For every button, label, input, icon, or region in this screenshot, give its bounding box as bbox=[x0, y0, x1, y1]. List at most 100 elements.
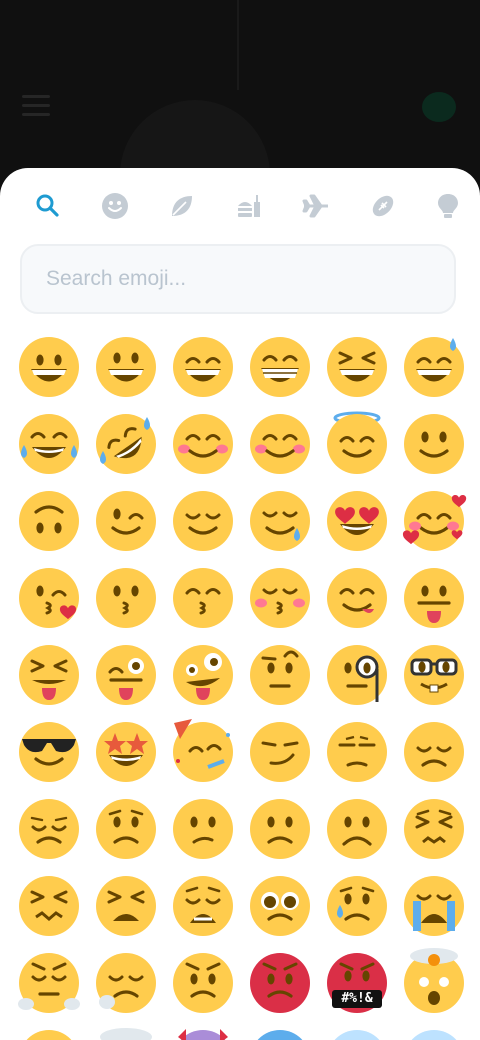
emoji-slightly-smiling-face[interactable] bbox=[403, 413, 465, 475]
zany-face-icon bbox=[173, 645, 233, 705]
emoji-grinning-face-with-smiling-eyes[interactable] bbox=[172, 336, 234, 398]
emoji-face-with-symbols-on-mouth[interactable]: #%!& bbox=[326, 952, 388, 1014]
emoji-smiling-face-with-open-mouth-partial[interactable] bbox=[18, 1029, 80, 1040]
face-in-clouds-icon bbox=[100, 1028, 152, 1040]
loudly-crying-face-icon bbox=[404, 876, 464, 936]
emoji-confounded-face[interactable] bbox=[18, 875, 80, 937]
face-with-tears-of-joy-icon bbox=[19, 414, 79, 474]
emoji-kissing-face-with-smiling-eyes[interactable] bbox=[172, 567, 234, 629]
emoji-relieved-face[interactable] bbox=[172, 490, 234, 552]
disappointed-face-icon bbox=[404, 722, 464, 782]
emoji-partying-face[interactable] bbox=[172, 719, 234, 783]
unamused-face-icon bbox=[327, 722, 387, 782]
tab-food[interactable] bbox=[229, 186, 269, 226]
emoji-face-savoring-food[interactable] bbox=[326, 567, 388, 629]
crying-face-icon bbox=[327, 876, 387, 936]
emoji-unamused-face[interactable] bbox=[326, 721, 388, 783]
emoji-search-input[interactable] bbox=[22, 246, 454, 312]
emoji-tired-face[interactable] bbox=[95, 875, 157, 937]
upside-down-face-icon bbox=[19, 491, 79, 551]
emoji-sleepy-face[interactable] bbox=[95, 952, 157, 1014]
emoji-face-in-clouds[interactable] bbox=[95, 1028, 157, 1040]
emoji-smiling-face-blushing[interactable] bbox=[249, 413, 311, 475]
food-icon bbox=[238, 195, 260, 217]
emoji-smiling-face-with-heart-eyes[interactable] bbox=[326, 490, 388, 552]
face-savoring-food-icon bbox=[327, 568, 387, 628]
face-with-tongue-icon bbox=[404, 568, 464, 628]
confused-face-icon bbox=[173, 799, 233, 859]
emoji-slightly-frowning-face[interactable] bbox=[249, 798, 311, 860]
compose-icon[interactable] bbox=[422, 92, 456, 122]
anxious-face-icon bbox=[411, 1030, 457, 1040]
smiling-face-with-heart-eyes-icon bbox=[327, 491, 387, 551]
emoji-cold-face[interactable] bbox=[249, 1029, 311, 1040]
pleading-face-icon bbox=[250, 876, 310, 936]
emoji-grinning-face[interactable] bbox=[18, 336, 80, 398]
pensive-face-icon bbox=[19, 799, 79, 859]
tab-objects[interactable] bbox=[428, 186, 468, 226]
partying-face-icon bbox=[173, 719, 233, 782]
emoji-face-with-raised-eyebrow[interactable] bbox=[249, 644, 311, 706]
exploding-head-icon bbox=[404, 948, 464, 1013]
emoji-smiling-face-with-horns[interactable] bbox=[172, 1029, 234, 1040]
emoji-anxious-face[interactable] bbox=[403, 1029, 465, 1040]
emoji-exploding-head[interactable] bbox=[403, 948, 465, 1014]
tab-search[interactable] bbox=[28, 186, 68, 226]
emoji-face-with-monocle[interactable] bbox=[326, 644, 388, 706]
tab-activities[interactable] bbox=[363, 186, 403, 226]
emoji-rolling-on-floor-laughing[interactable] bbox=[95, 413, 157, 475]
relieved-face-icon bbox=[173, 491, 233, 551]
emoji-winking-face[interactable] bbox=[95, 490, 157, 552]
emoji-loudly-crying-face[interactable] bbox=[403, 875, 465, 937]
emoji-face-with-tears-of-joy[interactable] bbox=[18, 413, 80, 475]
emoji-crying-face[interactable] bbox=[326, 875, 388, 937]
emoji-squinting-face-with-tongue[interactable] bbox=[18, 644, 80, 706]
emoji-face-with-tongue[interactable] bbox=[403, 567, 465, 629]
emoji-smirking-face[interactable] bbox=[249, 721, 311, 783]
tab-nature[interactable] bbox=[162, 186, 202, 226]
tab-travel[interactable] bbox=[296, 186, 336, 226]
winking-face-icon bbox=[96, 491, 156, 551]
kissing-face-with-closed-eyes-icon bbox=[250, 568, 310, 628]
menu-icon[interactable] bbox=[22, 95, 50, 117]
emoji-frowning-face[interactable] bbox=[326, 798, 388, 860]
emoji-kissing-face-with-closed-eyes[interactable] bbox=[249, 567, 311, 629]
emoji-disappointed-face[interactable] bbox=[403, 721, 465, 783]
emoji-pleading-face[interactable] bbox=[249, 875, 311, 937]
emoji-angry-face[interactable] bbox=[172, 952, 234, 1014]
emoji-worried-face[interactable] bbox=[95, 798, 157, 860]
confounded-face-icon bbox=[19, 876, 79, 936]
emoji-pouting-face[interactable] bbox=[249, 952, 311, 1014]
emoji-grinning-squinting-face[interactable] bbox=[326, 336, 388, 398]
emoji-smiling-face-with-tear[interactable] bbox=[249, 490, 311, 552]
emoji-confused-face[interactable] bbox=[172, 798, 234, 860]
face-with-monocle-icon bbox=[327, 645, 387, 705]
emoji-beaming-face[interactable] bbox=[249, 336, 311, 398]
kissing-face-with-smiling-eyes-icon bbox=[173, 568, 233, 628]
emoji-face-with-sweat[interactable] bbox=[326, 1029, 388, 1040]
emoji-smiling-face-with-sunglasses[interactable] bbox=[18, 721, 80, 783]
emoji-zany-face[interactable] bbox=[172, 644, 234, 706]
emoji-smiling-face-with-smiling-eyes[interactable] bbox=[172, 413, 234, 475]
emoji-smiling-face-with-open-mouth[interactable] bbox=[95, 336, 157, 398]
emoji-smiling-face-with-hearts[interactable] bbox=[402, 490, 467, 552]
emoji-picker-sheet: #%!& bbox=[0, 168, 480, 1040]
emoji-winking-face-with-tongue[interactable] bbox=[95, 644, 157, 706]
emoji-nerd-face[interactable] bbox=[403, 644, 465, 706]
emoji-kissing-face[interactable] bbox=[95, 567, 157, 629]
tab-smileys[interactable] bbox=[95, 186, 135, 226]
emoji-face-with-steam[interactable] bbox=[18, 952, 80, 1014]
emoji-star-struck[interactable] bbox=[95, 721, 157, 783]
smiling-face-with-open-mouth-icon bbox=[96, 337, 156, 397]
football-icon bbox=[372, 195, 394, 217]
rolling-on-floor-laughing-icon bbox=[96, 414, 156, 474]
emoji-upside-down-face[interactable] bbox=[18, 490, 80, 552]
emoji-smiling-face-with-halo[interactable] bbox=[326, 411, 388, 475]
emoji-grinning-face-with-sweat[interactable] bbox=[403, 336, 465, 398]
emoji-face-blowing-kiss[interactable] bbox=[18, 567, 80, 629]
emoji-persevering-face[interactable] bbox=[403, 798, 465, 860]
angry-face-icon bbox=[173, 953, 233, 1013]
emoji-pensive-face[interactable] bbox=[18, 798, 80, 860]
smiling-face-with-open-mouth-partial-icon bbox=[26, 1030, 72, 1040]
emoji-weary-face[interactable] bbox=[172, 875, 234, 937]
